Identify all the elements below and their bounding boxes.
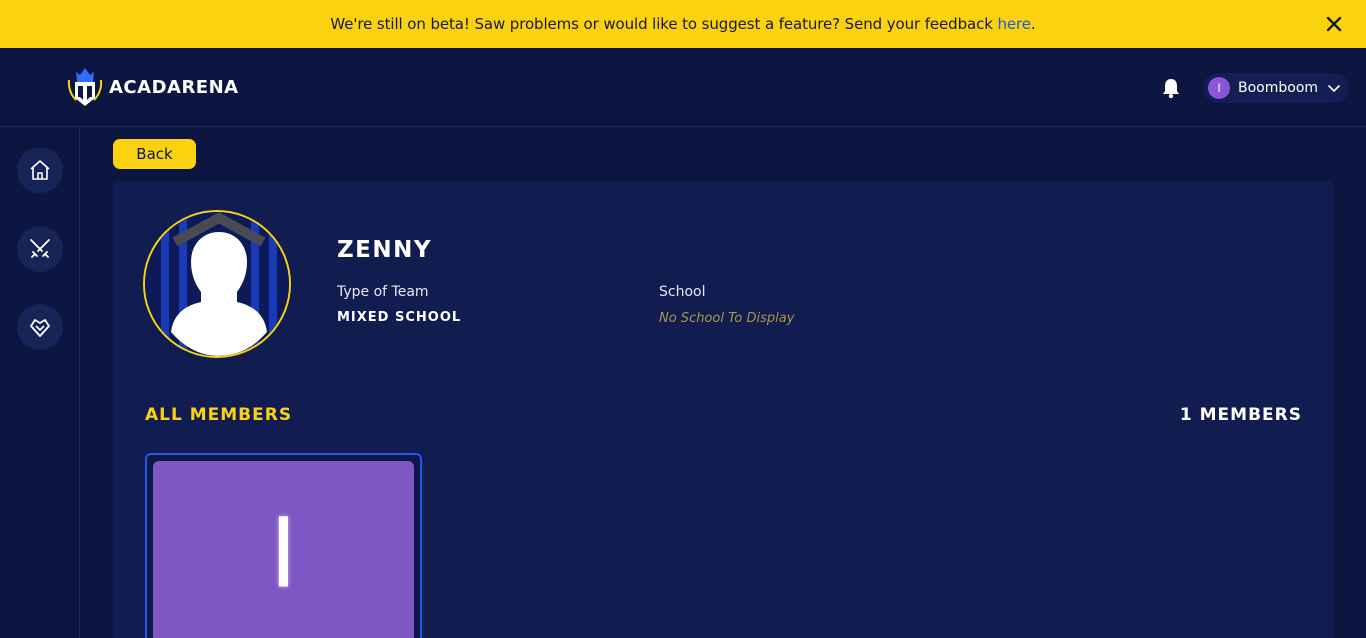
default-team-profile-icon [145,212,289,356]
school-label: School [659,284,706,300]
top-header: ACADARENA I Boomboom [0,48,1366,127]
sidebar-item-home[interactable] [17,147,63,193]
user-menu[interactable]: I Boomboom [1203,73,1349,103]
member-count: 1 MEMBERS [1179,405,1302,425]
crossed-swords-icon [30,239,50,258]
user-avatar: I [1208,77,1230,99]
bell-icon[interactable] [1160,77,1182,99]
close-icon[interactable] [1324,14,1344,34]
brand-name: ACADARENA [109,76,239,98]
school-value: No School To Display [659,311,795,326]
user-name: Boomboom [1238,80,1319,96]
sidebar-item-community[interactable] [17,304,63,350]
acadarena-logo-icon [67,68,103,106]
sidebar-item-battles[interactable] [17,226,63,272]
team-type-label: Type of Team [337,284,429,300]
banner-message: We're still on beta! Saw problems or wou… [330,15,1036,33]
back-button[interactable]: Back [113,139,196,169]
brand-logo[interactable]: ACADARENA [66,66,239,108]
team-type-value: MIXED SCHOOL [337,310,462,325]
chevron-down-icon [1328,85,1340,93]
member-avatar: I [153,461,414,638]
member-card[interactable]: I [145,453,422,638]
home-icon [30,160,50,180]
all-members-title: ALL MEMBERS [145,405,293,425]
heart-diamond-icon [30,319,50,337]
team-panel: ZENNY Type of Team MIXED SCHOOL School N… [113,181,1334,638]
feedback-link[interactable]: here [998,15,1032,33]
beta-banner: We're still on beta! Saw problems or wou… [0,0,1366,48]
sidebar [0,128,80,638]
team-avatar [143,210,291,358]
team-name: ZENNY [337,237,433,263]
member-initial: I [269,497,298,610]
